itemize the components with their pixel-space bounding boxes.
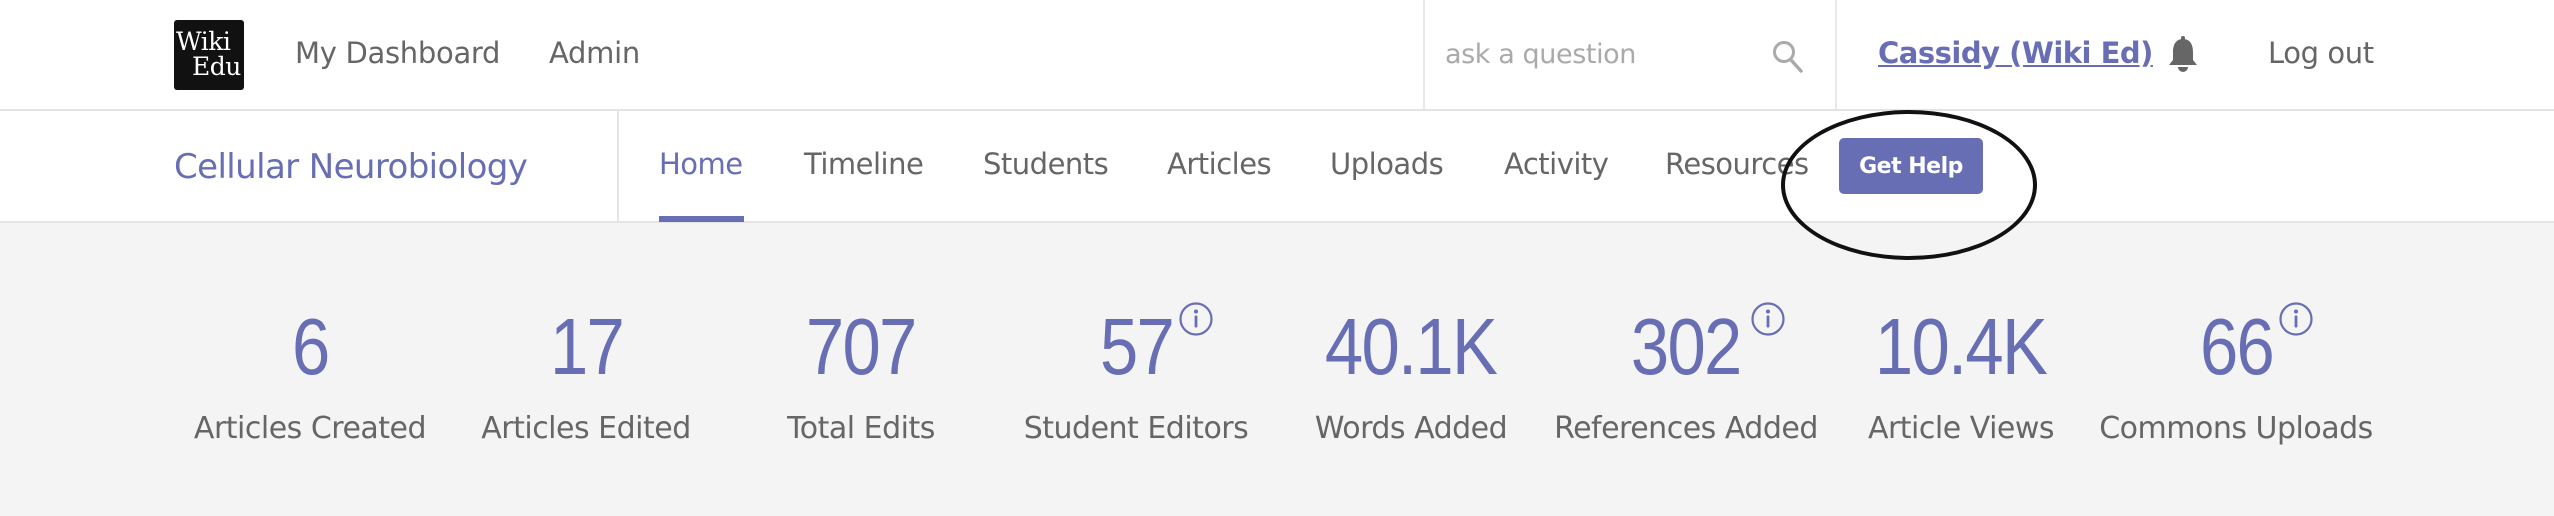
stat-words-added: 40.1K Words Added bbox=[1271, 299, 1551, 449]
stat-value: 17 bbox=[549, 302, 624, 391]
logo-text-line2: Edu bbox=[192, 52, 241, 81]
stat-student-editors: 57 Student Editors bbox=[996, 299, 1276, 449]
stat-value: 57 bbox=[1094, 299, 1214, 395]
stat-articles-created: 6 Articles Created bbox=[170, 299, 450, 449]
top-nav: Wiki Edu My Dashboard Admin Cassidy (Wik… bbox=[0, 0, 2554, 111]
search-icon[interactable] bbox=[1772, 40, 1804, 74]
course-nav: Cellular Neurobiology Home Timeline Stud… bbox=[0, 111, 2554, 223]
admin-link[interactable]: Admin bbox=[549, 33, 640, 73]
logout-link[interactable]: Log out bbox=[2268, 33, 2374, 73]
stat-articles-edited: 17 Articles Edited bbox=[446, 299, 726, 449]
get-help-button[interactable]: Get Help bbox=[1839, 138, 1983, 194]
stat-label: Student Editors bbox=[1023, 411, 1249, 446]
user-profile-link[interactable]: Cassidy (Wiki Ed) bbox=[1878, 33, 2153, 73]
info-icon[interactable] bbox=[2278, 301, 2314, 337]
stat-value: 707 bbox=[806, 302, 917, 391]
stat-value: 10.4K bbox=[1875, 302, 2048, 391]
search-input[interactable] bbox=[1445, 32, 1745, 76]
tab-home[interactable]: Home bbox=[659, 144, 743, 184]
bell-icon[interactable] bbox=[2168, 36, 2198, 74]
stat-label: References Added bbox=[1554, 411, 1818, 446]
stat-label: Words Added bbox=[1314, 411, 1508, 446]
stat-article-views: 10.4K Article Views bbox=[1821, 299, 2101, 449]
logo-text-line1: Wiki bbox=[176, 27, 231, 56]
active-tab-indicator bbox=[659, 216, 744, 222]
info-icon[interactable] bbox=[1178, 301, 1214, 337]
course-title[interactable]: Cellular Neurobiology bbox=[174, 145, 528, 189]
stat-label: Articles Edited bbox=[481, 411, 691, 446]
stat-commons-uploads: 66 Commons Uploads bbox=[2096, 299, 2376, 449]
stat-value: 6 bbox=[291, 302, 330, 391]
stat-label: Articles Created bbox=[193, 411, 427, 446]
tab-activity[interactable]: Activity bbox=[1504, 144, 1609, 184]
stat-total-edits: 707 Total Edits bbox=[721, 299, 1001, 449]
stat-references-added: 302 References Added bbox=[1546, 299, 1826, 449]
wiki-edu-logo[interactable]: Wiki Edu bbox=[174, 20, 244, 90]
stat-value: 40.1K bbox=[1325, 302, 1498, 391]
tab-resources[interactable]: Resources bbox=[1665, 144, 1809, 184]
stat-label: Commons Uploads bbox=[2099, 411, 2373, 446]
nav-divider bbox=[617, 111, 619, 221]
info-icon[interactable] bbox=[1750, 301, 1786, 337]
stat-label: Total Edits bbox=[787, 411, 935, 446]
stat-label: Article Views bbox=[1867, 411, 2055, 446]
stat-value: 66 bbox=[2194, 299, 2314, 395]
tab-timeline[interactable]: Timeline bbox=[804, 144, 924, 184]
stat-value: 302 bbox=[1622, 299, 1785, 395]
stats-overview: 6 Articles Created 17 Articles Edited 70… bbox=[0, 224, 2554, 516]
tab-uploads[interactable]: Uploads bbox=[1330, 144, 1444, 184]
my-dashboard-link[interactable]: My Dashboard bbox=[295, 33, 500, 73]
tab-students[interactable]: Students bbox=[983, 144, 1109, 184]
tab-articles[interactable]: Articles bbox=[1167, 144, 1272, 184]
